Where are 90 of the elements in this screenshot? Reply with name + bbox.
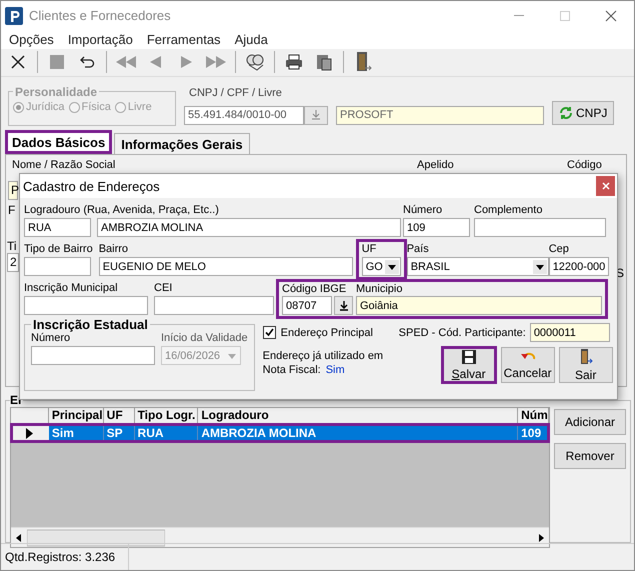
field-label: Logradouro (Rua, Avenida, Praça, Etc..) bbox=[24, 204, 220, 216]
field-label: CEI bbox=[154, 282, 174, 294]
group-title: Inscrição Estadual bbox=[32, 317, 149, 332]
field-label: Inscrição Municipal bbox=[24, 282, 119, 294]
square-icon bbox=[50, 55, 64, 70]
city-field[interactable]: Goiânia bbox=[356, 296, 602, 315]
binoculars-icon bbox=[245, 53, 265, 72]
field-label: UF bbox=[362, 243, 378, 255]
table-cell: Sim bbox=[48, 424, 104, 442]
field-label: CNPJ / CPF / Livre bbox=[189, 86, 283, 99]
usage-text: Endereço já utilizado em bbox=[262, 350, 384, 362]
close-button[interactable] bbox=[596, 176, 615, 196]
table-cell: RUA bbox=[134, 424, 198, 442]
close-icon bbox=[11, 55, 25, 70]
district-type-field[interactable] bbox=[24, 257, 91, 276]
refresh-icon bbox=[559, 106, 573, 120]
ibge-code-field[interactable]: 08707 bbox=[282, 296, 332, 315]
double-right-arrow-icon bbox=[205, 54, 227, 70]
app-logo-icon bbox=[5, 6, 23, 24]
field-label: Número bbox=[31, 332, 72, 344]
lookup-button[interactable] bbox=[334, 296, 353, 315]
field-label: Número bbox=[403, 204, 444, 216]
door-exit-icon bbox=[578, 348, 593, 366]
status-text: Qtd.Registros: 3.236 bbox=[1, 544, 129, 570]
tab[interactable]: Informações Gerais bbox=[114, 133, 250, 154]
door-exit-icon bbox=[354, 51, 372, 74]
exit-button[interactable]: Sair bbox=[558, 347, 613, 383]
field-label: País bbox=[406, 243, 430, 255]
field-label: F bbox=[8, 203, 16, 218]
postal-code-field[interactable]: 12200-000 bbox=[548, 257, 609, 276]
documents-icon bbox=[315, 53, 333, 72]
field-label: Apelido bbox=[417, 159, 455, 172]
usage-text: Nota Fiscal: bbox=[262, 364, 321, 376]
cancel-button[interactable]: Cancelar bbox=[500, 347, 555, 383]
row-pointer-icon bbox=[26, 428, 34, 438]
side-button[interactable]: Adicionar bbox=[554, 409, 626, 435]
field-label: Bairro bbox=[98, 243, 130, 255]
number-field[interactable]: 109 bbox=[403, 218, 470, 237]
table-cell: AMBROZIA MOLINA bbox=[198, 424, 518, 442]
side-button[interactable]: Remover bbox=[554, 443, 626, 469]
country-dropdown[interactable]: BRASIL bbox=[406, 257, 549, 276]
street-field[interactable]: AMBROZIA MOLINA bbox=[97, 218, 401, 237]
download-icon bbox=[338, 300, 348, 310]
double-left-arrow-icon bbox=[115, 54, 137, 70]
field-label: Tipo de Bairro bbox=[24, 243, 93, 255]
table-cell: 109 bbox=[518, 424, 549, 442]
menu-item[interactable]: Importação bbox=[68, 32, 133, 47]
printer-icon bbox=[285, 54, 303, 70]
dialog-title: Cadastro de Endereços bbox=[23, 178, 160, 194]
company-name-field[interactable]: PROSOFT bbox=[336, 106, 544, 125]
state-registration-field[interactable] bbox=[31, 346, 155, 365]
download-icon bbox=[311, 110, 321, 120]
close-icon bbox=[605, 10, 617, 22]
field-label: Nome / Razão Social bbox=[12, 159, 116, 172]
field-label: Municipio bbox=[356, 283, 404, 295]
table-row[interactable]: Sim SP RUA AMBROZIA MOLINA 109 bbox=[11, 424, 549, 442]
menu-item[interactable]: Ferramentas bbox=[146, 32, 221, 47]
download-button[interactable] bbox=[304, 106, 328, 125]
field-label: Complemento bbox=[474, 204, 544, 216]
usage-value: Sim bbox=[326, 364, 345, 376]
text-field[interactable]: 2 bbox=[7, 253, 19, 272]
checkmark-icon bbox=[264, 328, 274, 337]
table-cell: SP bbox=[104, 424, 135, 442]
complement-field[interactable] bbox=[474, 218, 606, 237]
field-label: Início da Validade bbox=[161, 332, 248, 344]
group-title: Personalidade bbox=[14, 84, 98, 99]
field-label: Código bbox=[567, 159, 602, 172]
menu-item[interactable]: Opções bbox=[9, 32, 54, 47]
field-label: SPED - Cód. Participante: bbox=[398, 326, 526, 338]
minimize-icon bbox=[514, 14, 524, 16]
district-field[interactable]: EUGENIO DE MELO bbox=[98, 257, 353, 276]
text-field[interactable]: P bbox=[8, 181, 18, 200]
main-address-checkbox[interactable]: Endereço Principal bbox=[262, 326, 399, 339]
field-label: Código IBGE bbox=[282, 283, 348, 295]
window-title: Clientes e Fornecedores bbox=[29, 8, 172, 23]
street-type-field[interactable]: RUA bbox=[24, 218, 91, 237]
field-label: Cep bbox=[548, 243, 570, 255]
cei-field[interactable] bbox=[154, 296, 274, 315]
state-dropdown[interactable]: GO bbox=[362, 257, 401, 276]
cnpj-field[interactable]: 55.491.484/0010-00 bbox=[184, 106, 304, 125]
save-button[interactable]: Salvar bbox=[440, 346, 497, 384]
maximize-icon bbox=[560, 10, 570, 20]
field-label: Ti bbox=[7, 239, 17, 254]
tab[interactable]: Dados Básicos bbox=[5, 130, 112, 154]
menu-item[interactable]: Ajuda bbox=[234, 32, 268, 47]
participant-code-field[interactable]: 0000011 bbox=[530, 323, 610, 342]
undo-icon bbox=[79, 56, 95, 68]
close-icon bbox=[602, 182, 610, 190]
municipal-registration-field[interactable] bbox=[24, 296, 148, 315]
cnpj-button[interactable]: CNPJ bbox=[552, 100, 614, 125]
